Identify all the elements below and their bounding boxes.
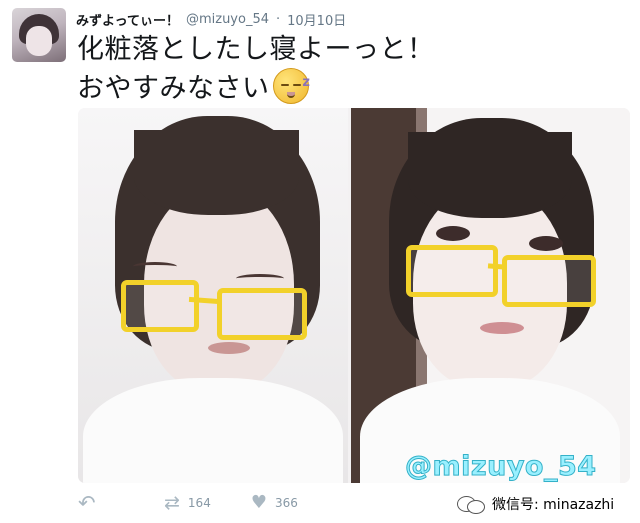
- right-eye-lid: [236, 274, 284, 283]
- sleeping-face-icon: z: [272, 68, 310, 104]
- tweet-header: みずよってぃー！ @mizuyo_54 · 10月10日: [76, 9, 346, 29]
- display-name[interactable]: みずよってぃー！: [76, 10, 179, 29]
- reply-button[interactable]: ↶: [78, 491, 100, 515]
- emoji-left-eye: [280, 84, 289, 86]
- before-photo-panel: [78, 108, 348, 483]
- glasses-right-lens: [502, 255, 596, 307]
- date-separator: ·: [276, 11, 281, 27]
- retweet-icon: ⇄: [164, 492, 180, 514]
- bangs-shape: [408, 132, 572, 218]
- tweet-photo[interactable]: @mizuyo_54: [78, 108, 630, 483]
- left-eye: [436, 226, 470, 241]
- bangs-shape: [134, 130, 299, 215]
- retweet-button[interactable]: ⇄ 164: [164, 491, 211, 515]
- left-eye-lid: [133, 262, 177, 271]
- tweet-text-line-2: おやすみなさい z: [77, 68, 547, 107]
- mouth-shape: [208, 342, 250, 354]
- wechat-watermark: 微信号: minazazhi: [456, 492, 614, 515]
- wechat-account-label: 微信号: minazazhi: [492, 496, 615, 513]
- profile-avatar[interactable]: [12, 8, 66, 62]
- wechat-icon: [456, 492, 486, 515]
- retweet-count: 164: [187, 496, 211, 510]
- tweet-text: 化粧落としたし寝よーっと！ おやすみなさい z: [77, 31, 547, 107]
- zzz-icon: z: [302, 75, 311, 90]
- tweet-date[interactable]: 10月10日: [287, 10, 346, 29]
- tweet-actions: ↶ ⇄ 164 ♥ 366: [78, 491, 298, 515]
- tweet-text-line-2-label: おやすみなさい: [77, 73, 270, 104]
- emoji-right-eye: [292, 84, 301, 86]
- reply-icon: ↶: [78, 491, 96, 515]
- user-handle[interactable]: @mizuyo_54: [186, 12, 269, 27]
- like-count: 366: [274, 496, 298, 510]
- like-button[interactable]: ♥ 366: [251, 491, 298, 515]
- after-photo-panel: @mizuyo_54: [351, 108, 630, 483]
- tweet-text-line-1: 化粧落としたし寝よーっと！: [77, 34, 435, 65]
- photo-watermark: @mizuyo_54: [405, 451, 597, 483]
- wechat-bubble-small: [467, 500, 485, 514]
- right-eye: [529, 236, 563, 251]
- glasses-left-lens: [406, 245, 498, 297]
- white-shirt-shape: [83, 378, 343, 483]
- glasses-left-lens: [121, 280, 199, 332]
- heart-icon: ♥: [250, 492, 267, 513]
- avatar-face: [26, 26, 52, 56]
- emoji-mouth: [286, 92, 295, 98]
- mouth-shape: [480, 322, 524, 334]
- glasses-right-lens: [217, 288, 307, 340]
